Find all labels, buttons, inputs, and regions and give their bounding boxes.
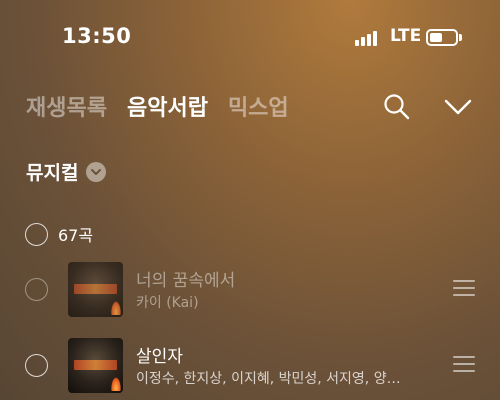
album-cover [68,338,123,393]
tab-mixup[interactable]: 믹스업 [228,90,289,124]
search-icon[interactable] [382,92,412,122]
network-label: LTE [390,26,422,46]
song-artist: 이정수, 한지상, 이지혜, 박민성, 서지영, 양… [136,371,401,387]
category-chevron-icon[interactable] [86,161,107,182]
tab-music-drawer[interactable]: 음악서랍 [127,90,208,124]
battery-icon [426,29,458,46]
select-all-row[interactable]: 67곡 [25,222,93,246]
category-label: 뮤지컬 [26,162,79,184]
chevron-down-icon[interactable] [443,92,473,122]
drag-handle-icon[interactable] [453,356,475,372]
list-item[interactable]: 너의 꿈속에서 카이 (Kai) [0,260,500,322]
album-cover [68,262,123,317]
status-time: 13:50 [62,24,132,48]
battery-tip [459,34,462,41]
song-checkbox[interactable] [25,354,48,377]
category-selector[interactable]: 뮤지컬 [26,158,107,185]
signal-icon [355,30,381,46]
tab-playlist[interactable]: 재생목록 [26,90,107,124]
song-checkbox[interactable] [25,278,48,301]
song-title: 살인자 [136,347,183,367]
list-item[interactable]: 살인자 이정수, 한지상, 이지혜, 박민성, 서지영, 양… [0,336,500,398]
status-bar: 13:50 LTE [0,22,500,52]
drag-handle-icon[interactable] [453,280,475,296]
song-artist: 카이 (Kai) [136,295,199,311]
song-title: 너의 꿈속에서 [136,271,236,291]
tab-bar: 재생목록 음악서랍 믹스업 [26,90,289,124]
select-all-checkbox[interactable] [25,222,48,246]
song-count: 67곡 [58,226,94,245]
